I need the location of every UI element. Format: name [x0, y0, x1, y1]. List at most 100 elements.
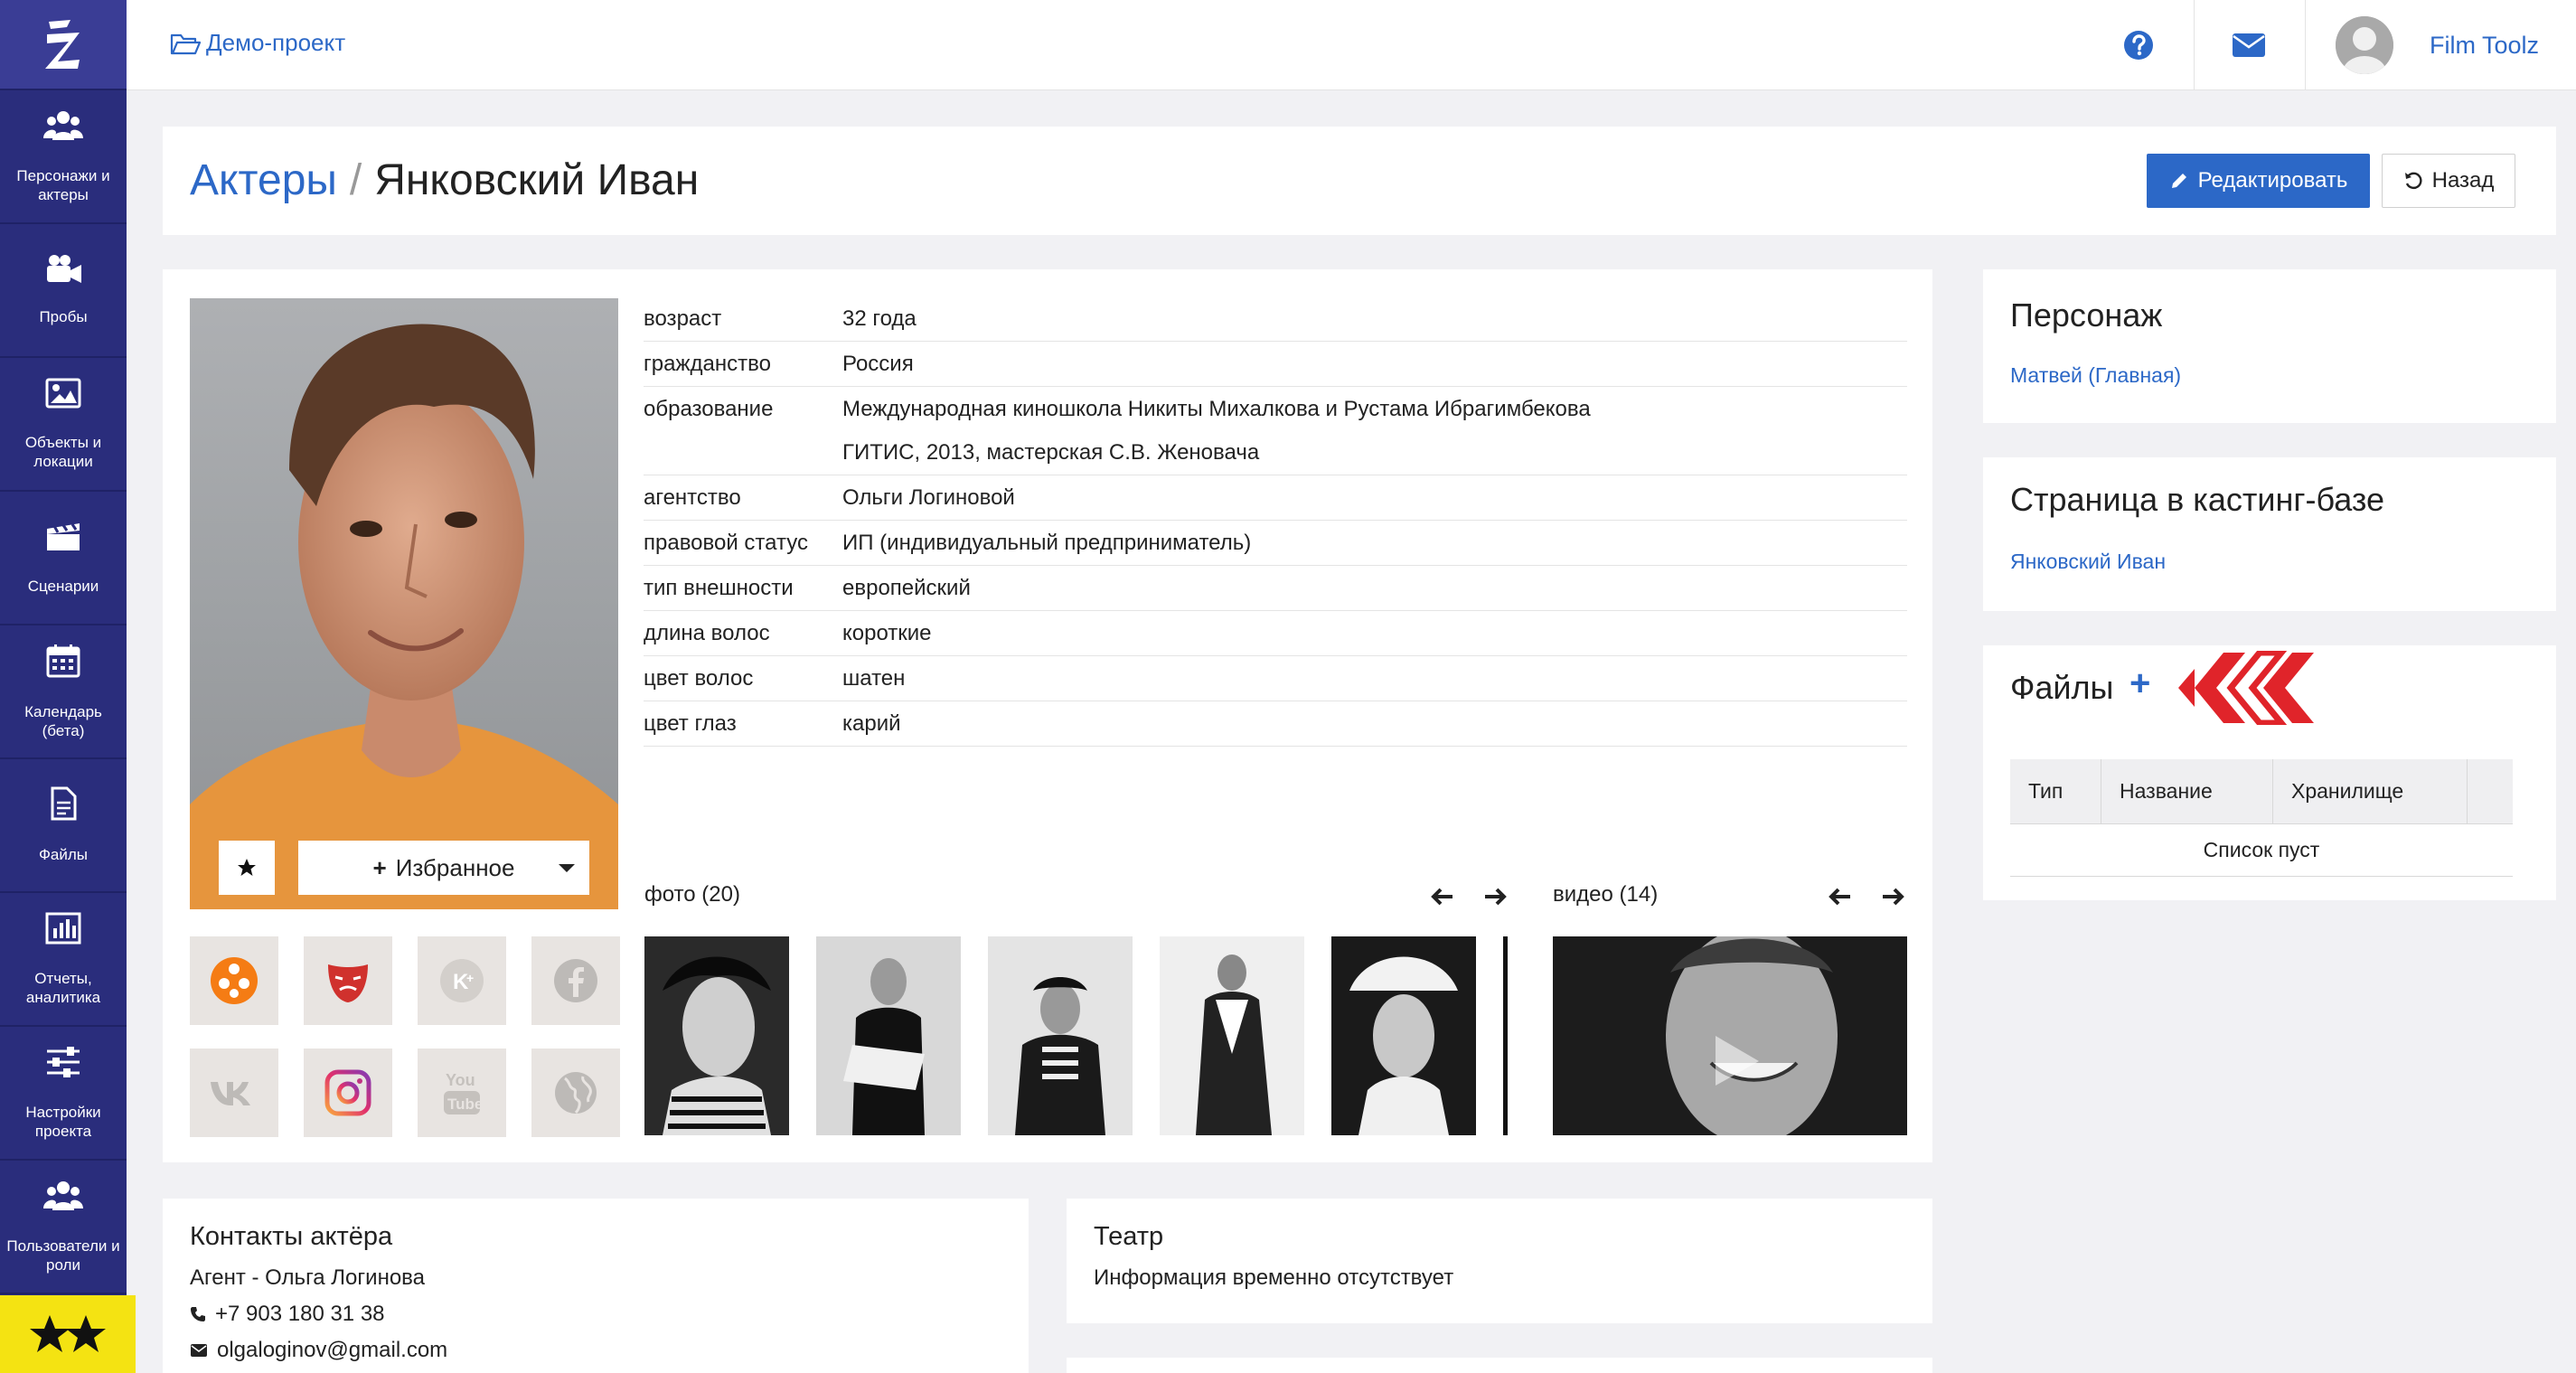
videos-prev-arrow-icon[interactable] — [1827, 883, 1854, 910]
photo-thumbnail[interactable] — [644, 936, 789, 1135]
sidebar-item[interactable]: Персонажи и актеры — [0, 90, 127, 224]
vk-icon — [211, 1082, 250, 1105]
info-value-line: европейский — [842, 576, 971, 600]
sidebar-item-label: Объекты и локации — [24, 433, 102, 470]
vk-link[interactable] — [190, 1049, 278, 1137]
star-icon — [238, 859, 256, 876]
phone-line[interactable]: +7 903 180 31 38 — [190, 1302, 385, 1327]
info-value-line: ИП (индивидуальный предприниматель) — [842, 531, 1252, 555]
sidebar-item[interactable]: Отчеты, аналитика — [0, 893, 127, 1027]
breadcrumb-actors-link[interactable]: Актеры — [190, 156, 337, 204]
info-key: цвет глаз — [644, 711, 737, 736]
edit-button[interactable]: Редактировать — [2147, 154, 2370, 208]
rating-badge[interactable] — [0, 1295, 136, 1373]
help-button[interactable] — [2084, 0, 2193, 90]
video-camera-icon — [43, 254, 83, 307]
stars-icon — [30, 1315, 106, 1352]
facebook-link[interactable] — [531, 936, 620, 1025]
theatre-title: Театр — [1094, 1222, 1164, 1251]
photo-thumbnail[interactable] — [988, 936, 1133, 1135]
user-name: Film Toolz — [2430, 31, 2540, 59]
sidebar-item[interactable]: Календарь (бета) — [0, 625, 127, 759]
theatre-mask-icon — [328, 964, 368, 1002]
folder-open-icon — [170, 33, 201, 54]
email-line[interactable]: olgaloginov@gmail.com — [190, 1338, 447, 1363]
project-link[interactable]: Демо-проект — [170, 29, 345, 57]
photo-image — [1331, 936, 1476, 1135]
actor-info-table: возраст 32 года гражданство Россия образован… — [644, 296, 1907, 747]
videos-next-arrow-icon[interactable] — [1879, 883, 1906, 910]
favorite-dropdown[interactable]: + Избранное — [298, 841, 589, 895]
sidebar-item-label: Отчеты, аналитика — [25, 969, 101, 1006]
add-file-button[interactable]: + — [2129, 663, 2150, 704]
character-card: Персонаж Матвей (Главная) — [1983, 269, 2556, 423]
info-value: Россия — [842, 342, 1907, 386]
instagram-link[interactable] — [304, 1049, 392, 1137]
kinopoisk-link[interactable] — [190, 936, 278, 1025]
column-storage[interactable]: Хранилище — [2273, 759, 2468, 823]
sidebar-item[interactable]: Файлы — [0, 759, 127, 893]
phone-number: +7 903 180 31 38 — [215, 1302, 385, 1326]
info-row: цвет глаз карий — [644, 701, 1907, 747]
app-logo[interactable] — [0, 0, 127, 90]
character-link[interactable]: Матвей (Главная) — [2010, 363, 2181, 388]
kinoteatr-icon: K + — [440, 959, 484, 1002]
website-link[interactable] — [531, 1049, 620, 1137]
sidebar-item-label: Пользователи и роли — [6, 1237, 120, 1274]
svg-text:Tube: Tube — [447, 1096, 482, 1113]
next-card — [1067, 1358, 1932, 1373]
star-button[interactable] — [219, 841, 275, 895]
info-value-line: Ольги Логиновой — [842, 485, 1015, 510]
videos-label: видео (14) — [1553, 882, 1659, 907]
files-title: Файлы — [2010, 669, 2114, 706]
youtube-link[interactable]: You Tube — [418, 1049, 506, 1137]
info-key: цвет волос — [644, 666, 754, 691]
photo-thumbnail[interactable] — [816, 936, 961, 1135]
photos-next-arrow-icon[interactable] — [1481, 883, 1509, 910]
caret-down-icon — [559, 864, 575, 872]
video-thumbnail[interactable] — [1553, 936, 1907, 1135]
sidebar-item[interactable]: Сценарии — [0, 492, 127, 625]
clapperboard-icon — [45, 520, 81, 577]
photos-prev-arrow-icon[interactable] — [1429, 883, 1456, 910]
casting-link[interactable]: Янковский Иван — [2010, 550, 2166, 574]
instagram-icon — [324, 1069, 371, 1116]
theatre-link[interactable] — [304, 936, 392, 1025]
sidebar-item[interactable]: Настройки проекта — [0, 1027, 127, 1161]
photo-thumbnail[interactable] — [1160, 936, 1304, 1135]
kinopoisk-icon — [211, 957, 258, 1004]
user-menu[interactable]: Film Toolz — [2336, 0, 2539, 90]
info-value: шатен — [842, 656, 1907, 701]
casting-page-card: Страница в кастинг-базе Янковский Иван — [1983, 457, 2556, 611]
column-name[interactable]: Название — [2101, 759, 2273, 823]
info-key: агентство — [644, 485, 741, 510]
info-value-line: шатен — [842, 666, 906, 691]
youtube-icon: You Tube — [444, 1071, 482, 1114]
files-table-header: Тип Название Хранилище — [2010, 759, 2513, 824]
envelope-icon — [191, 1344, 207, 1357]
info-value: ИП (индивидуальный предприниматель) — [842, 521, 1907, 565]
page-title: Янковский Иван — [374, 156, 700, 204]
actor-photo[interactable]: + Избранное — [190, 298, 618, 909]
sidebar-item[interactable]: Пользователи и роли — [0, 1161, 127, 1294]
info-row: длина волос короткие — [644, 611, 1907, 656]
sidebar-item-label: Сценарии — [27, 578, 99, 595]
video-image — [1553, 936, 1907, 1135]
back-button[interactable]: Назад — [2382, 154, 2515, 208]
sidebar-item[interactable]: Пробы — [0, 224, 127, 358]
photo-thumbnail[interactable] — [1331, 936, 1476, 1135]
logo-icon — [45, 20, 80, 69]
sidebar-item-label: Файлы — [38, 846, 88, 863]
actor-portrait-image — [190, 324, 618, 909]
photo-strip-divider — [1503, 936, 1508, 1135]
kinoteatr-link[interactable]: K + — [418, 936, 506, 1025]
users-icon — [43, 1180, 83, 1237]
theatre-text: Информация временно отсутствует — [1094, 1265, 1454, 1290]
column-type[interactable]: Тип — [2010, 759, 2101, 823]
info-value: 32 года — [842, 296, 1907, 341]
info-value-line: карий — [842, 711, 901, 736]
messages-button[interactable] — [2195, 0, 2303, 90]
sidebar-item[interactable]: Объекты и локации — [0, 358, 127, 492]
edit-button-label: Редактировать — [2197, 168, 2348, 193]
files-empty-message: Список пуст — [2010, 824, 2513, 877]
